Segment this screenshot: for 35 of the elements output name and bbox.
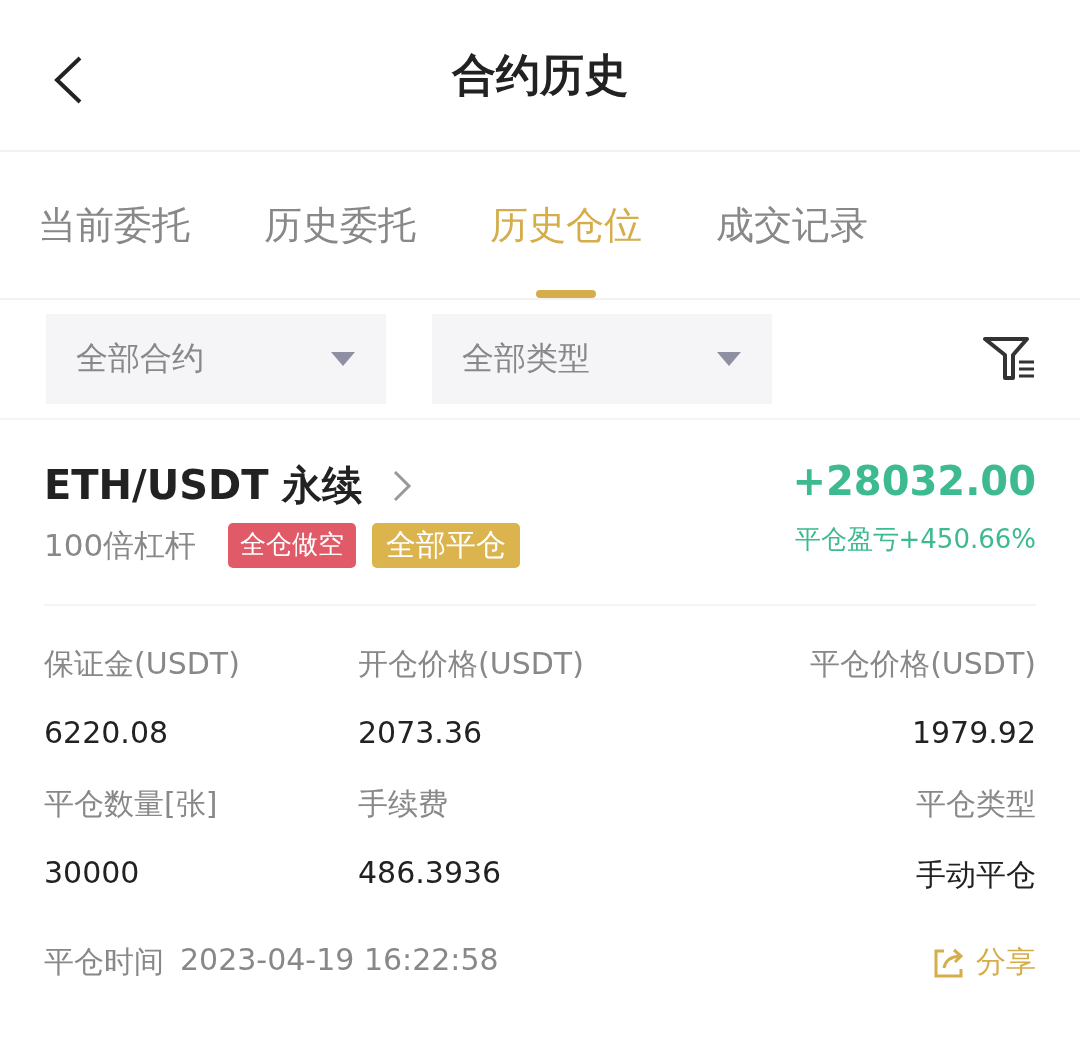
tab[interactable]: 历史仓位 bbox=[490, 152, 642, 298]
tag: 全仓做空 bbox=[228, 523, 357, 568]
caret-icon bbox=[330, 351, 356, 367]
filter-dropdown[interactable]: 全部类型 bbox=[432, 314, 772, 404]
field-label: 平仓类型 bbox=[916, 785, 1036, 823]
filter-dropdown[interactable]: 全部合约 bbox=[46, 314, 386, 404]
field-value: 30000 bbox=[44, 855, 141, 890]
field-value: 486.3936 bbox=[358, 855, 503, 890]
tab[interactable]: 历史委托 bbox=[264, 152, 416, 298]
share-button[interactable]: 分享 bbox=[932, 942, 1036, 983]
caret-icon bbox=[716, 351, 742, 367]
tab[interactable]: 当前委托 bbox=[38, 152, 190, 298]
close-time: 2023-04-19 16:22:58 bbox=[180, 942, 499, 979]
field-value: 手动平仓 bbox=[916, 856, 1036, 894]
chevron-right-icon[interactable] bbox=[392, 468, 413, 503]
close-time-label: 平仓时间 bbox=[44, 943, 164, 981]
page-title: 合约历史 bbox=[452, 47, 628, 102]
profit-amount: +28032.00 bbox=[792, 458, 1036, 504]
field-label: 平仓价格(USDT) bbox=[810, 645, 1036, 683]
field-label: 平仓数量[张] bbox=[44, 785, 219, 823]
field-value: 1979.92 bbox=[911, 715, 1036, 750]
field-value: 6220.08 bbox=[44, 715, 170, 750]
field-label: 保证金(USDT) bbox=[44, 645, 241, 683]
tab-indicator bbox=[536, 290, 596, 298]
tab[interactable]: 成交记录 bbox=[716, 152, 868, 298]
field-label: 手续费 bbox=[358, 785, 449, 823]
leverage-label: 100倍杠杆 bbox=[44, 525, 197, 565]
profit-ratio: 平仓盈亏+450.66% bbox=[794, 523, 1036, 556]
filter-icon[interactable] bbox=[982, 336, 1036, 382]
contract-name[interactable]: ETH/USDT 永续 bbox=[44, 458, 363, 513]
field-label: 开仓价格(USDT) bbox=[358, 645, 585, 683]
field-value: 2073.36 bbox=[358, 715, 484, 750]
tag: 全部平仓 bbox=[372, 523, 521, 568]
share-icon bbox=[932, 946, 966, 979]
back-icon[interactable] bbox=[52, 55, 84, 105]
